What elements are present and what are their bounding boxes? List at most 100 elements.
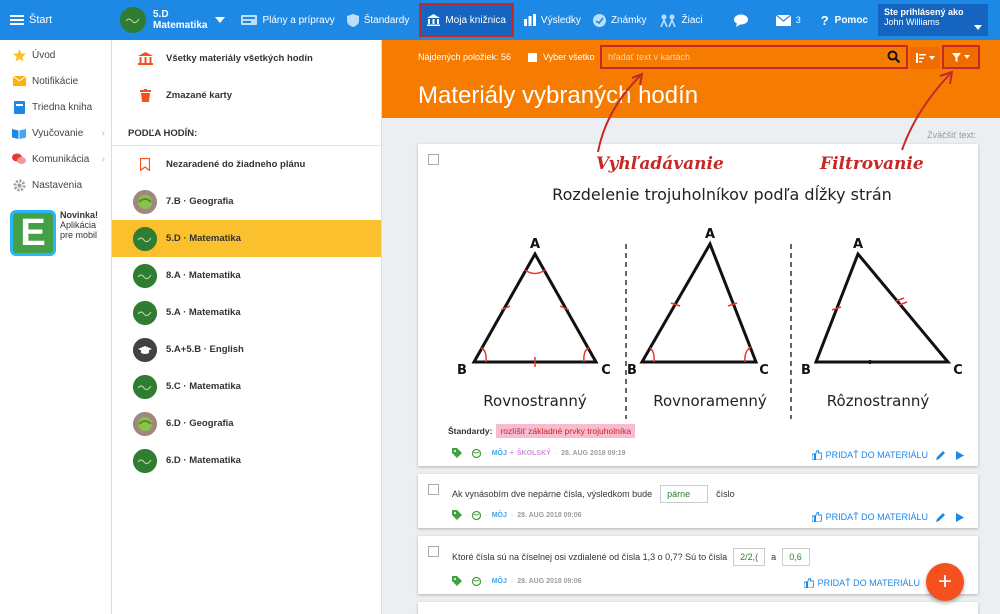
pencil-icon[interactable] — [936, 450, 946, 460]
tag-icon[interactable] — [452, 510, 462, 520]
lesson-label: 7.B · Geografia — [166, 196, 234, 207]
play-icon[interactable] — [956, 450, 964, 460]
tag-icon[interactable] — [452, 448, 462, 458]
add-to-material[interactable]: PRIDAŤ DO MATERIÁLU — [811, 512, 964, 522]
lesson-label: 5.D · Matematika — [166, 233, 241, 244]
lesson-label: 5.C · Matematika — [166, 381, 241, 392]
help-button[interactable]: ? Pomoc — [811, 0, 878, 40]
pencil-icon[interactable] — [936, 512, 946, 522]
lesson-item[interactable]: 8.A · Matematika — [112, 257, 381, 294]
sidebar-item-notifications[interactable]: Notifikácie — [0, 68, 111, 94]
nav-students[interactable]: Žiaci — [653, 0, 709, 40]
label-scalene: Rôznostranný — [827, 392, 930, 410]
section-header: PODĽA HODÍN: — [112, 114, 381, 146]
lessons-panel: Všetky materiály všetkých hodín Zmazané … — [112, 40, 382, 614]
answer-blank[interactable]: 0,6 — [782, 548, 811, 566]
bar-chart-icon — [523, 14, 536, 26]
card-date: 28. AUG 2018 09:06 — [517, 577, 582, 585]
sidebar-item-home[interactable]: Úvod — [0, 42, 111, 68]
card-checkbox[interactable] — [428, 484, 439, 495]
mail-button[interactable]: 3 — [766, 0, 811, 40]
chevron-down-icon — [974, 25, 982, 30]
lesson-item-active[interactable]: 5.D · Matematika — [112, 220, 381, 257]
nav-my-library[interactable]: Moja knižnica — [419, 3, 514, 37]
standards-label: Štandardy: — [448, 426, 493, 436]
tag-icon[interactable] — [452, 576, 462, 586]
material-card[interactable]: Ak vynásobím dve nepárne čísla, výsledko… — [418, 474, 978, 528]
select-all-checkbox[interactable] — [528, 52, 537, 62]
sidebar-item-settings[interactable]: Nastavenia — [0, 172, 111, 198]
nav-results[interactable]: Výsledky — [518, 0, 587, 40]
unassigned-item[interactable]: Nezaradené do žiadneho plánu — [112, 146, 381, 183]
add-to-material[interactable]: PRIDAŤ DO MATERIÁLU — [811, 450, 964, 460]
lesson-avatar — [133, 300, 157, 325]
add-to-material[interactable]: PRIDAŤ DO MATERIÁLU — [803, 578, 928, 588]
svg-text:B: B — [457, 363, 467, 378]
answer-blank[interactable]: párne — [660, 485, 709, 503]
all-materials-item[interactable]: Všetky materiály všetkých hodín — [112, 40, 381, 77]
lesson-item[interactable]: 7.B · Geografia — [112, 183, 381, 220]
filter-button[interactable] — [942, 45, 980, 69]
lesson-item[interactable]: 5.A+5.B · English — [112, 331, 381, 368]
gear-icon — [12, 178, 26, 192]
label-equilateral: Rovnostranný — [483, 392, 587, 410]
lesson-label: 6.D · Geografia — [166, 418, 234, 429]
card-date: 28. AUG 2018 09:19 — [561, 449, 626, 457]
globe-icon[interactable] — [472, 576, 482, 586]
add-fab-button[interactable]: + — [926, 563, 964, 601]
lesson-item[interactable]: 5.C · Matematika — [112, 368, 381, 405]
lesson-label: 5.A · Matematika — [166, 307, 241, 318]
promo-line-2: pre mobil — [60, 230, 98, 240]
nav-standards[interactable]: Štandardy — [341, 0, 416, 40]
chevron-right-icon: › — [101, 153, 105, 165]
thumbs-up-icon — [811, 512, 822, 522]
open-book-icon — [12, 126, 26, 140]
chevron-down-icon — [215, 17, 226, 23]
nav-plans[interactable]: Plány a prípravy — [235, 0, 340, 40]
standard-tag[interactable]: rozlíšiť základné prvky trojuholníka — [496, 424, 636, 438]
search-box[interactable] — [600, 45, 908, 69]
chat-button[interactable] — [722, 0, 766, 40]
nav-grades[interactable]: Známky — [587, 0, 653, 40]
lesson-item[interactable]: 6.D · Matematika — [112, 442, 381, 479]
label-isosceles: Rovnoramenný — [653, 392, 767, 410]
deleted-cards-label: Zmazané karty — [166, 90, 233, 101]
start-menu-button[interactable]: Štart — [0, 0, 112, 40]
mail-count: 3 — [795, 15, 801, 25]
zoom-text-label[interactable]: Zväčšiť text: — [927, 130, 976, 140]
search-icon[interactable] — [887, 50, 900, 63]
sort-button[interactable] — [910, 47, 940, 69]
user-menu[interactable]: Ste prihlásený ako John Williams — [878, 4, 988, 36]
lesson-item[interactable]: 5.A · Matematika — [112, 294, 381, 331]
lesson-avatar — [133, 411, 157, 436]
card-checkbox[interactable] — [428, 546, 439, 557]
mobile-app-promo[interactable]: E Novinka! Aplikácia pre mobil — [10, 210, 103, 256]
nav-my-library-label: Moja knižnica — [445, 14, 506, 26]
students-icon — [659, 14, 676, 27]
material-card[interactable] — [418, 602, 978, 614]
sidebar-item-communication[interactable]: Komunikácia › — [0, 146, 111, 172]
class-subject: Matematika — [153, 20, 208, 31]
sidebar-item-teaching[interactable]: Vyučovanie › — [0, 120, 111, 146]
user-name: John Williams — [884, 17, 940, 27]
select-all[interactable]: Vyber všetko — [528, 52, 595, 62]
class-avatar — [120, 7, 146, 33]
material-card[interactable]: Ktoré čísla sú na číselnej osi vzdialené… — [418, 536, 978, 594]
deleted-cards-item[interactable]: Zmazané karty — [112, 77, 381, 114]
class-selector[interactable]: 5.D Matematika — [112, 0, 235, 40]
card-meta: · · MÔJ · 28. AUG 2018 09:06 — [452, 510, 582, 520]
answer-blank[interactable]: 2/2,( — [733, 548, 766, 566]
lesson-avatar — [133, 448, 157, 473]
globe-icon[interactable] — [472, 448, 482, 458]
svg-text:C: C — [759, 363, 769, 378]
play-icon[interactable] — [956, 512, 964, 522]
globe-icon[interactable] — [472, 510, 482, 520]
owner-mine: MÔJ — [491, 577, 507, 585]
sidebar-item-class-book[interactable]: Triedna kniha — [0, 94, 111, 120]
material-card[interactable]: Rozdelenie trojuholníkov podľa dĺžky str… — [418, 144, 978, 466]
shield-icon — [346, 13, 359, 27]
standards-row: Štandardy: rozlíšiť základné prvky troju… — [448, 424, 636, 438]
search-input[interactable] — [602, 47, 872, 67]
promo-title: Novinka! — [60, 210, 99, 220]
lesson-item[interactable]: 6.D · Geografia — [112, 405, 381, 442]
